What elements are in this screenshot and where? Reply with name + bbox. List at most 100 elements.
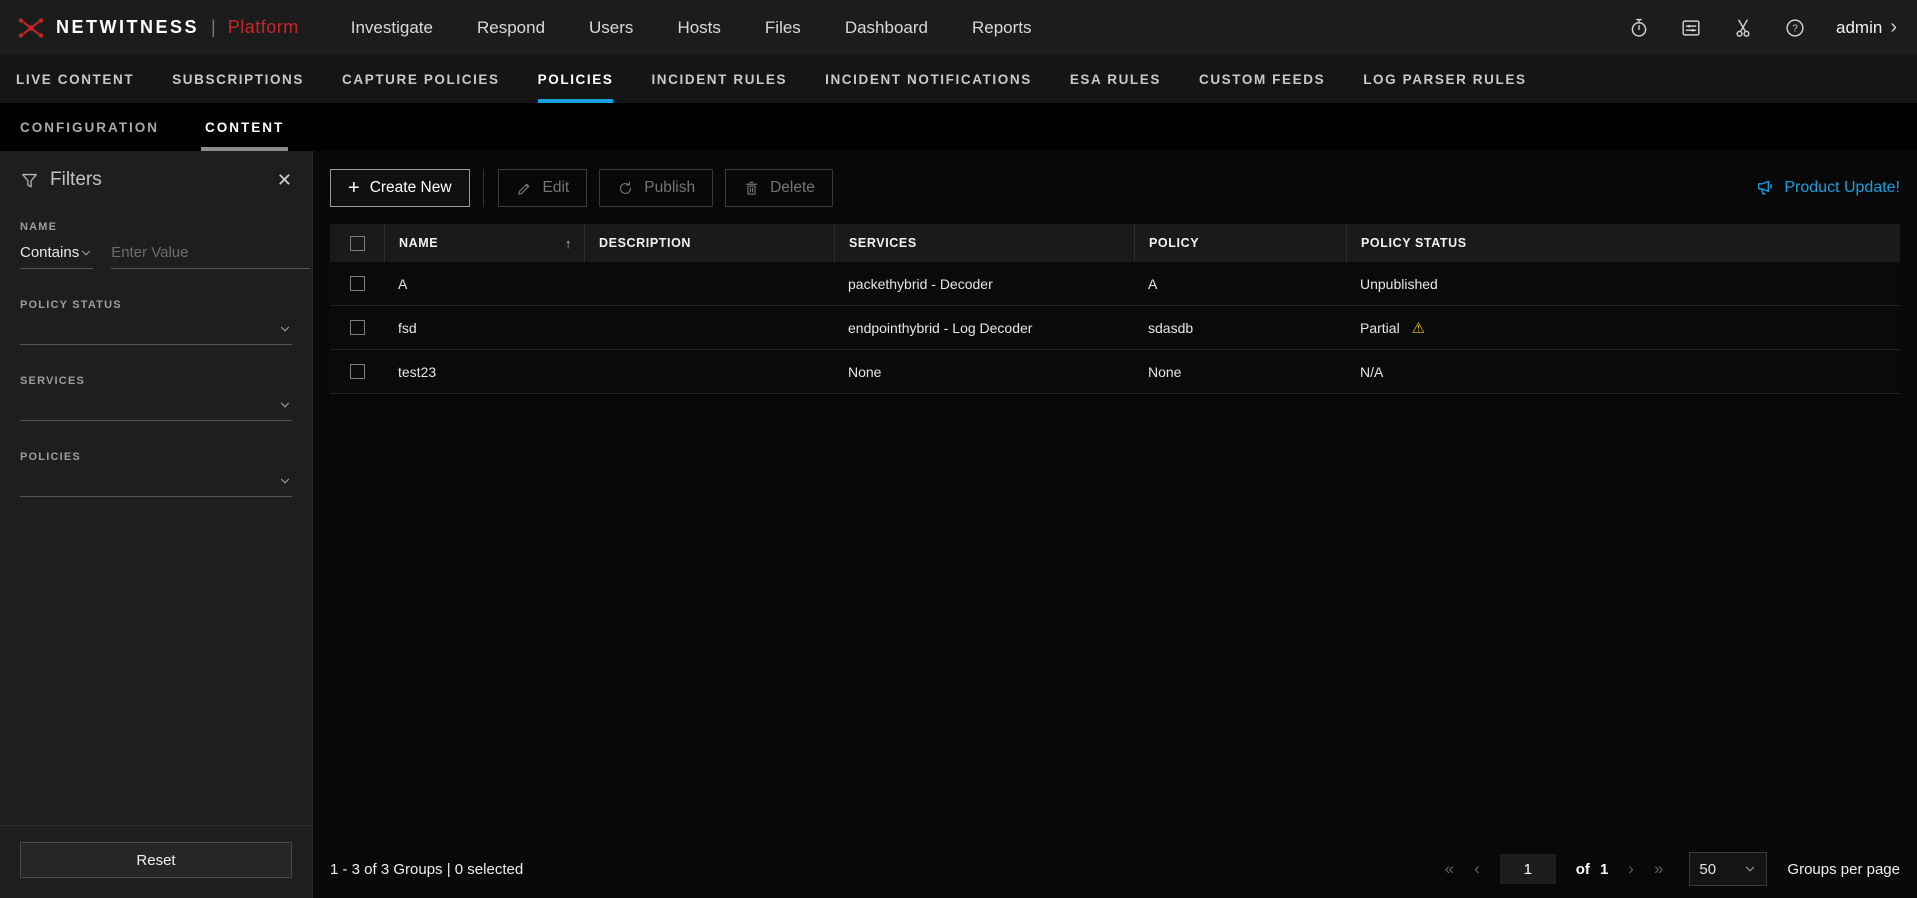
nav-item-dashboard[interactable]: Dashboard (845, 18, 928, 38)
select-all-checkbox[interactable] (350, 236, 365, 251)
chevron-right-icon: › (1890, 16, 1897, 39)
of-label: of (1576, 861, 1590, 878)
user-menu[interactable]: admin › (1836, 16, 1897, 39)
filter-name-label: NAME (20, 221, 292, 233)
plus-icon: + (348, 178, 360, 198)
publish-label: Publish (644, 179, 695, 197)
table-row[interactable]: test23 None None N/A (330, 350, 1900, 394)
tab-esa-rules[interactable]: ESA RULES (1070, 55, 1161, 103)
tab-policies[interactable]: POLICIES (538, 55, 614, 103)
sort-ascending-icon[interactable]: ↑ (565, 236, 572, 251)
table-row[interactable]: fsd endpointhybrid - Log Decoder sdasdb … (330, 306, 1900, 350)
warning-icon: ⚠ (1412, 320, 1425, 337)
cell-policy-status: N/A (1346, 364, 1900, 380)
delete-label: Delete (770, 179, 815, 197)
tab-content[interactable]: CONTENT (201, 103, 288, 151)
reset-button[interactable]: Reset (20, 842, 292, 878)
services-select[interactable] (20, 389, 292, 421)
edit-label: Edit (543, 179, 570, 197)
brand: NETWITNESS | Platform (16, 13, 299, 43)
sub-nav: CONFIGURATION CONTENT (0, 103, 1917, 151)
column-header-services[interactable]: SERVICES (834, 224, 1134, 262)
nav-item-investigate[interactable]: Investigate (351, 18, 433, 38)
nav-item-hosts[interactable]: Hosts (677, 18, 720, 38)
policy-status-select[interactable] (20, 313, 292, 345)
timer-icon[interactable] (1628, 17, 1650, 39)
name-operator-select[interactable]: Contains (20, 237, 93, 269)
first-page-icon[interactable]: « (1445, 859, 1454, 879)
column-header-policy-status[interactable]: POLICY STATUS (1346, 224, 1900, 262)
last-page-icon[interactable]: » (1654, 859, 1663, 879)
nav-item-reports[interactable]: Reports (972, 18, 1032, 38)
row-checkbox[interactable] (350, 276, 365, 291)
row-checkbox[interactable] (350, 364, 365, 379)
table-row[interactable]: A packethybrid - Decoder A Unpublished (330, 262, 1900, 306)
page-size-select[interactable]: 50 (1689, 852, 1767, 886)
cell-name: A (384, 276, 584, 292)
policy-status-label: POLICY STATUS (20, 299, 292, 311)
chevron-down-icon (278, 474, 292, 488)
tab-subscriptions[interactable]: SUBSCRIPTIONS (172, 55, 304, 103)
close-icon[interactable]: ✕ (277, 170, 292, 191)
nav-item-respond[interactable]: Respond (477, 18, 545, 38)
cell-services: packethybrid - Decoder (834, 276, 1134, 292)
jobs-icon[interactable] (1680, 17, 1702, 39)
publish-button[interactable]: Publish (599, 169, 713, 207)
row-checkbox[interactable] (350, 320, 365, 335)
filters-panel: Filters ✕ NAME Contains POLICY STATUS SE… (0, 151, 313, 898)
column-header-description[interactable]: DESCRIPTION (584, 224, 834, 262)
services-label: SERVICES (20, 375, 292, 387)
table-footer: 1 - 3 of 3 Groups | 0 selected « ‹ of 1 … (313, 840, 1917, 898)
module-nav: LIVE CONTENT SUBSCRIPTIONS CAPTURE POLIC… (0, 55, 1917, 103)
per-page-label: Groups per page (1787, 861, 1900, 878)
tab-incident-notifications[interactable]: INCIDENT NOTIFICATIONS (825, 55, 1032, 103)
select-all-cell (330, 224, 384, 262)
tab-configuration[interactable]: CONFIGURATION (16, 103, 163, 151)
create-new-button[interactable]: + Create New (330, 169, 470, 207)
column-header-name[interactable]: NAME ↑ (384, 224, 584, 262)
page-number-input[interactable] (1500, 854, 1556, 884)
brand-divider: | (211, 17, 216, 38)
cell-policy-status: Unpublished (1346, 276, 1900, 292)
previous-page-icon[interactable]: ‹ (1474, 859, 1480, 879)
product-update-link[interactable]: Product Update! (1755, 178, 1900, 198)
column-header-policy[interactable]: POLICY (1134, 224, 1346, 262)
nav-item-files[interactable]: Files (765, 18, 801, 38)
next-page-icon[interactable]: › (1628, 859, 1634, 879)
total-pages: 1 (1600, 861, 1608, 878)
svg-text:?: ? (1792, 23, 1798, 34)
table-header: NAME ↑ DESCRIPTION SERVICES POLICY POLIC… (330, 224, 1900, 262)
policies-select[interactable] (20, 465, 292, 497)
cell-name: test23 (384, 364, 584, 380)
tab-live-content[interactable]: LIVE CONTENT (16, 55, 134, 103)
page-of-total: of 1 (1576, 861, 1609, 878)
pencil-icon (516, 180, 533, 197)
tab-log-parser-rules[interactable]: LOG PARSER RULES (1363, 55, 1526, 103)
brand-product: Platform (228, 17, 299, 38)
page-size-value: 50 (1699, 861, 1716, 878)
cell-name: fsd (384, 320, 584, 336)
publish-icon (617, 180, 634, 197)
cell-policy: None (1134, 364, 1346, 380)
chevron-down-icon (278, 322, 292, 336)
name-filter-input[interactable] (111, 237, 310, 269)
name-operator-value: Contains (20, 244, 79, 261)
nav-item-users[interactable]: Users (589, 18, 633, 38)
cell-services: None (834, 364, 1134, 380)
top-right-controls: ? admin › (1628, 16, 1897, 39)
column-name-label: NAME (399, 236, 438, 250)
tools-icon[interactable] (1732, 17, 1754, 39)
groups-table: NAME ↑ DESCRIPTION SERVICES POLICY POLIC… (330, 224, 1900, 394)
edit-button[interactable]: Edit (498, 169, 588, 207)
help-icon[interactable]: ? (1784, 17, 1806, 39)
brand-name: NETWITNESS (56, 17, 199, 38)
policies-label: POLICIES (20, 451, 292, 463)
results-summary: 1 - 3 of 3 Groups | 0 selected (330, 861, 523, 878)
tab-incident-rules[interactable]: INCIDENT RULES (651, 55, 787, 103)
tab-custom-feeds[interactable]: CUSTOM FEEDS (1199, 55, 1325, 103)
tab-capture-policies[interactable]: CAPTURE POLICIES (342, 55, 500, 103)
trash-icon (743, 180, 760, 197)
chevron-down-icon (278, 398, 292, 412)
delete-button[interactable]: Delete (725, 169, 833, 207)
chevron-down-icon (1743, 862, 1757, 876)
